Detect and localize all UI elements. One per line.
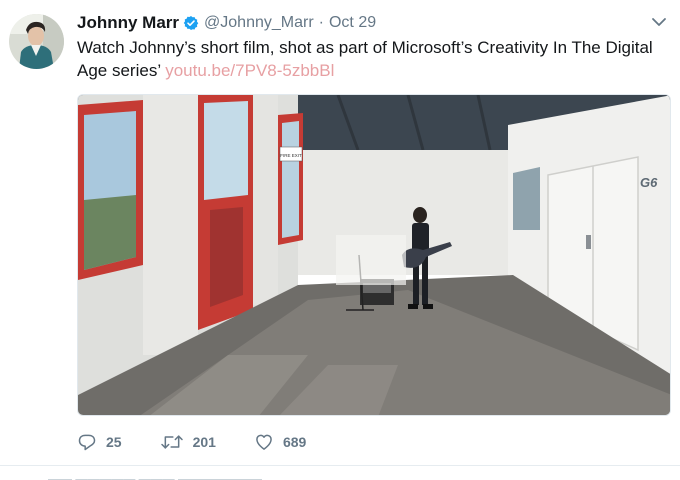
tweet-timestamp[interactable]: Oct 29 xyxy=(329,14,376,32)
tweet-link[interactable]: youtu.be/7PV8-5zbbBl xyxy=(165,61,334,80)
tweet-body: Watch Johnny’s short film, shot as part … xyxy=(77,38,653,80)
like-count: 689 xyxy=(282,434,307,450)
tweet-text: Watch Johnny’s short film, shot as part … xyxy=(77,36,667,82)
verified-badge-icon xyxy=(183,15,199,31)
next-tweet-preview: ▬▬ ▬▬▬▬▬ ▬▬▬ ▬▬▬▬▬▬▬ xyxy=(0,467,680,480)
fire-exit-sign: FIRE EXIT xyxy=(280,153,302,158)
door-label: G6 xyxy=(640,175,658,190)
next-tweet-snippet: ▬▬ ▬▬▬▬▬ ▬▬▬ ▬▬▬▬▬▬▬ xyxy=(48,472,263,480)
header-separator: · xyxy=(318,14,324,31)
reply-icon xyxy=(77,432,97,452)
heart-icon xyxy=(254,432,274,452)
author-name[interactable]: Johnny Marr xyxy=(77,13,179,33)
retweet-button[interactable]: 201 xyxy=(160,432,216,452)
reply-count: 25 xyxy=(106,434,122,450)
retweet-count: 201 xyxy=(192,434,216,450)
like-button[interactable]: 689 xyxy=(254,432,306,452)
avatar-image xyxy=(9,14,64,69)
tweet-header: Johnny Marr @Johnny_Marr · Oct 29 xyxy=(77,12,376,34)
author-handle[interactable]: @Johnny_Marr xyxy=(204,14,314,32)
author-avatar[interactable] xyxy=(9,14,64,69)
thumbnail-image: G6 FIRE EXIT xyxy=(78,95,670,415)
retweet-icon xyxy=(160,432,184,452)
video-thumbnail[interactable]: G6 FIRE EXIT xyxy=(77,94,671,416)
reply-button[interactable]: 25 xyxy=(77,432,122,452)
chevron-down-icon[interactable] xyxy=(650,15,668,29)
tweet[interactable]: Johnny Marr @Johnny_Marr · Oct 29 Watch … xyxy=(0,0,680,466)
tweet-actions: 25 201 689 xyxy=(77,430,306,454)
